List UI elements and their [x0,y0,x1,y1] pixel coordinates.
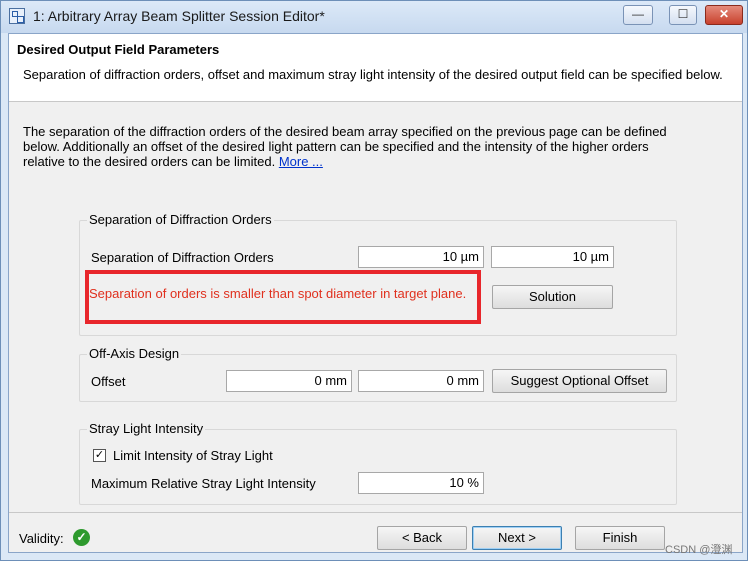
next-button[interactable]: Next > [472,526,562,550]
error-highlight-box [85,270,481,324]
page-description: Separation of diffraction orders, offset… [23,67,723,82]
wizard-content: Desired Output Field Parameters Separati… [8,33,743,553]
window-title: 1: Arbitrary Array Beam Splitter Session… [33,8,325,24]
stray-light-group-label: Stray Light Intensity [87,421,206,436]
offset-y-input[interactable]: 0 mm [358,370,484,392]
watermark: CSDN @澄渊 [665,544,733,556]
separation-label: Separation of Diffraction Orders [91,250,274,265]
separation-x-input[interactable]: 10 µm [358,246,484,268]
maximize-button[interactable]: ☐ [669,5,697,25]
offset-label: Offset [91,374,126,389]
title-bar[interactable]: 1: Arbitrary Array Beam Splitter Session… [1,1,747,33]
minimize-button[interactable]: — [623,5,653,25]
finish-button[interactable]: Finish [575,526,665,550]
close-button[interactable]: ✕ [705,5,743,25]
page-title: Desired Output Field Parameters [17,42,220,57]
solution-button[interactable]: Solution [492,285,613,309]
more-link[interactable]: More ... [279,154,323,169]
offset-x-input[interactable]: 0 mm [226,370,352,392]
session-editor-window: 1: Arbitrary Array Beam Splitter Session… [0,0,748,561]
max-stray-light-input[interactable]: 10 % [358,472,484,494]
back-button[interactable]: < Back [377,526,467,550]
suggest-offset-button[interactable]: Suggest Optional Offset [492,369,667,393]
separation-group-label: Separation of Diffraction Orders [87,212,274,227]
validity-label: Validity: [19,531,64,546]
app-icon [9,8,25,24]
page-header: Desired Output Field Parameters Separati… [9,34,742,102]
intro-body: The separation of the diffraction orders… [23,124,667,169]
intro-text: The separation of the diffraction orders… [23,124,683,169]
max-stray-light-label: Maximum Relative Stray Light Intensity [91,476,316,491]
offaxis-group-label: Off-Axis Design [87,346,182,361]
limit-stray-light-checkbox[interactable]: ✓ [93,449,106,462]
separation-y-input[interactable]: 10 µm [491,246,614,268]
limit-stray-light-label[interactable]: Limit Intensity of Stray Light [113,448,273,463]
checkmark-icon: ✓ [73,529,90,546]
footer-divider [9,512,742,513]
